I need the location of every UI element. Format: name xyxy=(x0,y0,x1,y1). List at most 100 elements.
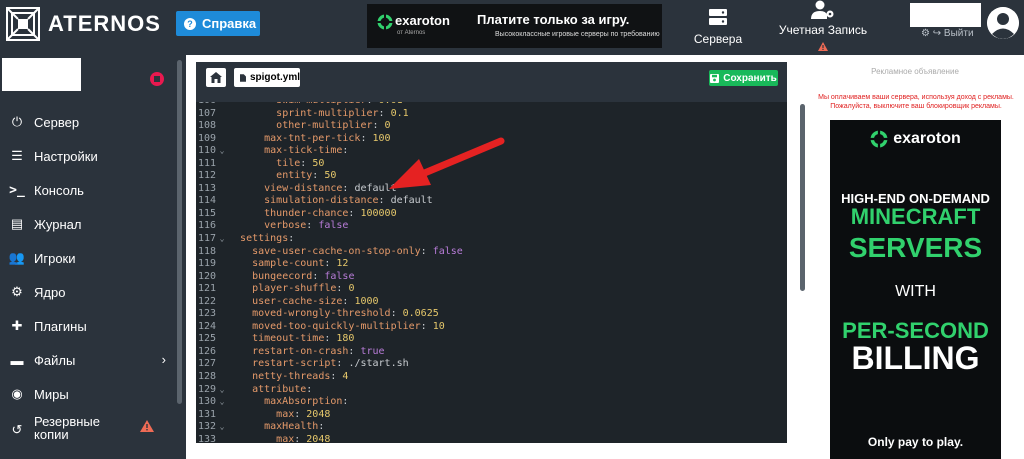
help-button[interactable]: ? Справка xyxy=(176,11,260,36)
logout-link[interactable]: ⚙ ↪ Выйти xyxy=(921,28,974,39)
sidebar-item-plugins[interactable]: ✚ Плагины xyxy=(0,309,176,343)
home-button[interactable] xyxy=(206,68,226,87)
line-number: 131 xyxy=(197,408,216,420)
yaml-key: tile xyxy=(276,157,301,169)
sidebar-item-server[interactable]: ⏻ Сервер xyxy=(0,105,176,139)
code-line[interactable]: 130 ⌄ maxAbsorption: xyxy=(196,396,787,409)
code-line[interactable]: 115 thunder-chance: 100000 xyxy=(196,208,787,221)
code-line[interactable]: 128 netty-threads: 4 xyxy=(196,371,787,384)
line-number: 116 xyxy=(197,220,216,232)
yaml-key: moved-too-quickly-multiplier xyxy=(252,320,421,332)
code-line[interactable]: 119 sample-count: 12 xyxy=(196,258,787,271)
fold-toggle-icon[interactable]: ⌄ xyxy=(216,396,228,409)
yaml-colon: : xyxy=(318,421,331,433)
code-line[interactable]: 131 max: 2048 xyxy=(196,409,787,422)
yaml-colon: : xyxy=(342,145,355,157)
sidebar-item-files[interactable]: ▬ Файлы › xyxy=(0,343,176,377)
sidebar-item-label: Консоль xyxy=(34,182,84,198)
code-line[interactable]: 118 save-user-cache-on-stop-only: false xyxy=(196,246,787,259)
code-line[interactable]: 129 ⌄ attribute: xyxy=(196,384,787,397)
yaml-value: 0 xyxy=(384,120,391,132)
code-line[interactable]: 116 verbose: false xyxy=(196,220,787,233)
yaml-colon: : xyxy=(330,371,343,383)
sidebar-item-log[interactable]: ▤ Журнал xyxy=(0,207,176,241)
editor-scrollbar[interactable] xyxy=(800,104,805,291)
yaml-key: max-tnt-per-tick xyxy=(264,132,361,144)
yaml-colon: : xyxy=(372,120,385,132)
yaml-value: 0.0625 xyxy=(402,308,439,320)
yaml-colon: : xyxy=(288,233,301,245)
logo-text[interactable]: ATERNOS xyxy=(48,11,161,37)
fold-toggle-icon[interactable]: ⌄ xyxy=(216,384,228,397)
sidebar-item-players[interactable]: 👥 Игроки xyxy=(0,241,176,275)
code-line[interactable]: 114 simulation-distance: default xyxy=(196,195,787,208)
code-line[interactable]: 120 bungeecord: false xyxy=(196,271,787,284)
yaml-key: max xyxy=(276,408,295,420)
yaml-value: 1000 xyxy=(354,295,379,307)
sidebar-item-core[interactable]: ⚙ Ядро xyxy=(0,275,176,309)
logout-icon: ↪ xyxy=(932,28,942,39)
yaml-colon: : xyxy=(312,270,325,282)
servers-label: Сервера xyxy=(693,32,743,46)
yaml-colon: : xyxy=(342,295,355,307)
sidebar-scrollbar[interactable] xyxy=(177,60,182,404)
code-line[interactable]: 108 other-multiplier: 0 xyxy=(196,120,787,133)
yaml-value: 50 xyxy=(324,170,337,182)
code-line[interactable]: 127 restart-script: ./start.sh xyxy=(196,358,787,371)
yaml-key: netty-threads xyxy=(252,371,331,383)
file-breadcrumb[interactable]: spigot.yml xyxy=(234,68,300,87)
yaml-colon: : xyxy=(420,245,433,257)
yaml-value: ./start.sh xyxy=(348,358,409,370)
adblock-warning: Мы оплачиваем ваши сервера, используя до… xyxy=(818,94,1014,110)
save-button[interactable]: Сохранить xyxy=(709,70,778,86)
fold-toggle-icon[interactable]: ⌄ xyxy=(216,421,228,434)
avatar[interactable] xyxy=(987,7,1019,39)
code-line[interactable]: 117 ⌄ settings: xyxy=(196,233,787,246)
sidebar-item-backups[interactable]: ↺ Резервные копии xyxy=(0,411,176,447)
code-line[interactable]: 124 moved-too-quickly-multiplier: 10 xyxy=(196,321,787,334)
fold-toggle-icon[interactable]: ⌄ xyxy=(216,233,228,246)
code-line[interactable]: 107 sprint-multiplier: 0.1 xyxy=(196,108,787,121)
top-ad-title: Платите только за игру. xyxy=(477,12,630,27)
sidebar-item-worlds[interactable]: ◉ Миры xyxy=(0,377,176,411)
yaml-colon: : xyxy=(390,308,403,320)
right-ad-banner[interactable]: exaroton HIGH-END ON-DEMAND MINECRAFT SE… xyxy=(830,120,1001,459)
yaml-value: true xyxy=(360,345,385,357)
sidebar-item-console[interactable]: >_ Консоль xyxy=(0,173,176,207)
code-line[interactable]: 132 ⌄ maxHealth: xyxy=(196,421,787,434)
line-number: 129 xyxy=(197,383,216,395)
aternos-logo-icon[interactable] xyxy=(6,7,40,41)
exaroton-logo-icon xyxy=(870,130,889,148)
sidebar-item-settings[interactable]: ☰ Настройки xyxy=(0,139,176,173)
servers-nav-button[interactable]: Сервера xyxy=(690,6,746,48)
account-nav-button[interactable]: Учетная Запись xyxy=(775,0,871,52)
yaml-value: 2048 xyxy=(306,408,331,420)
line-number: 119 xyxy=(197,258,216,270)
code-line[interactable]: 125 timeout-time: 180 xyxy=(196,333,787,346)
code-line[interactable]: 126 restart-on-crash: true xyxy=(196,346,787,359)
code-line[interactable]: 123 moved-wrongly-threshold: 0.0625 xyxy=(196,308,787,321)
code-line[interactable]: 121 player-shuffle: 0 xyxy=(196,283,787,296)
top-bar: ATERNOS ? Справка exaroton от Aternos Пл… xyxy=(0,0,1024,55)
server-status-indicator[interactable] xyxy=(150,72,164,86)
globe-icon: ◉ xyxy=(11,386,23,401)
right-ad-brand-row: exaroton xyxy=(830,130,1001,148)
fold-toggle-icon[interactable]: ⌄ xyxy=(216,145,228,158)
code-line[interactable]: 133 max: 2048 xyxy=(196,434,787,443)
user-avatar-icon xyxy=(987,7,1019,39)
code-line[interactable]: 122 user-cache-size: 1000 xyxy=(196,296,787,309)
annotation-arrow xyxy=(389,137,505,189)
yaml-value: 0 xyxy=(348,283,355,295)
warning-icon xyxy=(140,420,154,432)
warning-icon xyxy=(818,42,828,51)
top-ad-banner[interactable]: exaroton от Aternos Платите только за иг… xyxy=(367,4,662,48)
server-icon xyxy=(709,9,727,25)
